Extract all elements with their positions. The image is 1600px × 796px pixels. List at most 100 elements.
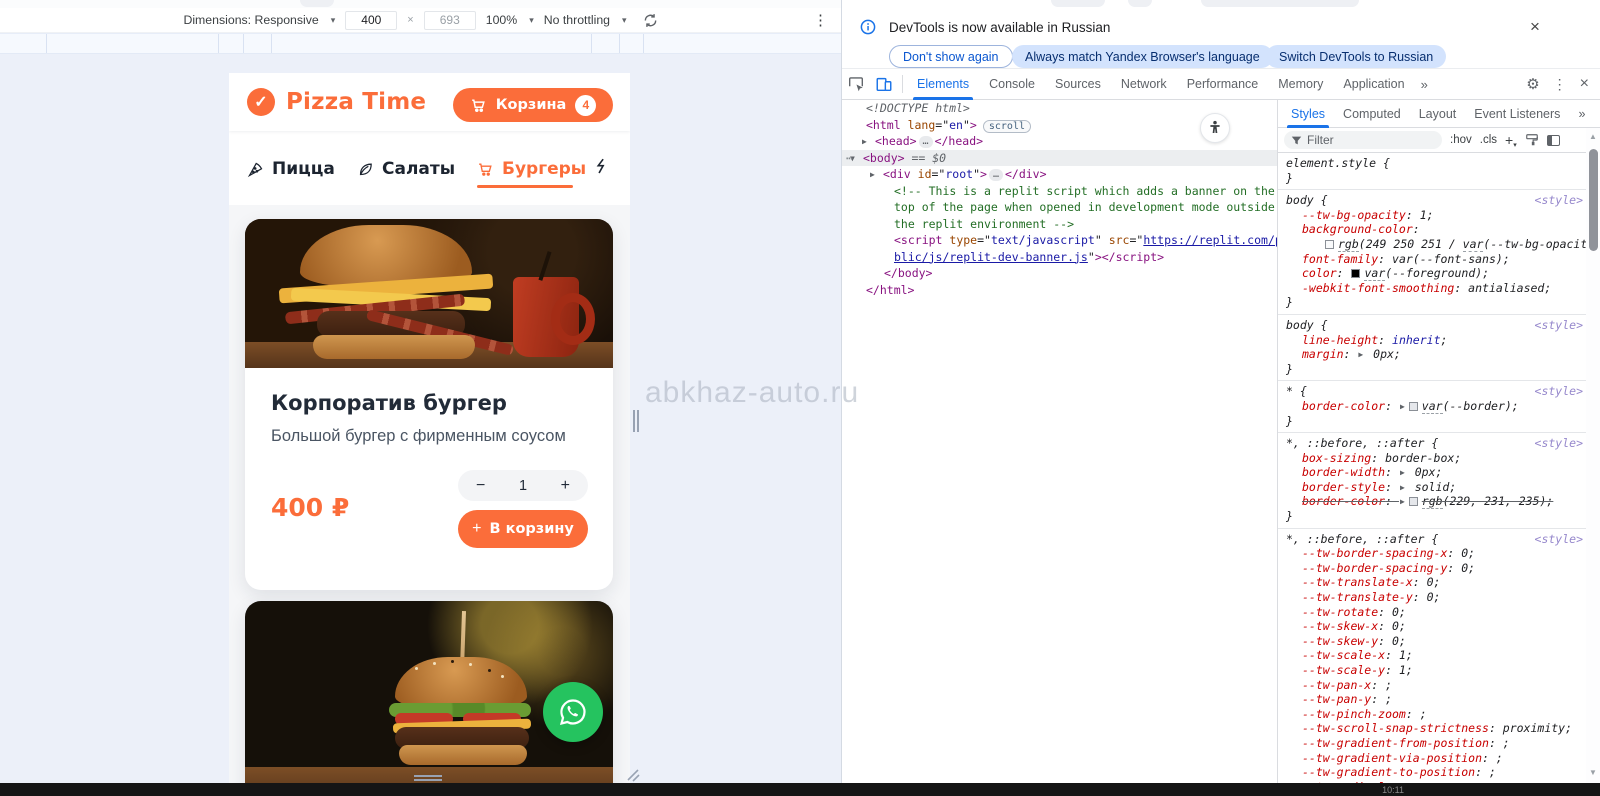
- style-filter-input[interactable]: Filter: [1284, 131, 1442, 149]
- rotate-viewport-icon[interactable]: [643, 13, 658, 28]
- css-declaration[interactable]: border-width: ▶ 0px;: [1278, 465, 1587, 480]
- zoom-select[interactable]: 100%: [486, 13, 517, 27]
- css-declaration[interactable]: font-family: var(--font-sans);: [1278, 252, 1587, 267]
- css-declaration[interactable]: body {<style>: [1278, 193, 1587, 208]
- css-declaration[interactable]: --tw-skew-y: 0;: [1278, 634, 1587, 649]
- devtools-tab-network[interactable]: Network: [1111, 69, 1177, 100]
- css-declaration[interactable]: border-color: ▶rgb(229, 231, 235);: [1278, 494, 1587, 509]
- expand-shorthand-icon[interactable]: ▶: [1358, 348, 1363, 362]
- dom-tree-line[interactable]: </body>: [842, 265, 1277, 282]
- code-token[interactable]: https://replit.com/pu: [1143, 233, 1277, 247]
- expand-inline-icon[interactable]: …: [989, 169, 1003, 181]
- sidebar-tab-styles[interactable]: Styles: [1282, 100, 1334, 128]
- settings-gear-icon[interactable]: ⚙: [1526, 75, 1539, 93]
- qty-minus-button[interactable]: −: [476, 477, 485, 495]
- css-declaration[interactable]: --tw-gradient-to-position: ;: [1278, 765, 1587, 780]
- css-declaration[interactable]: --tw-scroll-snap-strictness: proximity;: [1278, 721, 1587, 736]
- expand-arrow-icon[interactable]: ▶: [862, 134, 875, 151]
- css-declaration[interactable]: body {<style>: [1278, 318, 1587, 333]
- css-declaration[interactable]: --tw-rotate: 0;: [1278, 605, 1587, 620]
- css-declaration[interactable]: --tw-gradient-via-position: ;: [1278, 751, 1587, 766]
- inspect-element-icon[interactable]: [847, 75, 865, 93]
- accessibility-person-icon[interactable]: [1200, 113, 1230, 143]
- style-source-link[interactable]: <style>: [1535, 318, 1583, 333]
- css-rule[interactable]: *, ::before, ::after {<style>--tw-border…: [1278, 529, 1587, 783]
- expand-inline-icon[interactable]: …: [919, 136, 933, 148]
- css-declaration[interactable]: element.style {: [1278, 156, 1587, 171]
- expand-shorthand-icon[interactable]: ▶: [1400, 495, 1405, 509]
- css-declaration[interactable]: color: var(--foreground);: [1278, 266, 1587, 281]
- css-declaration[interactable]: --tw-scale-y: 1;: [1278, 663, 1587, 678]
- viewport-resize-handle-corner[interactable]: [624, 766, 640, 782]
- css-declaration[interactable]: --tw-pinch-zoom: ;: [1278, 707, 1587, 722]
- css-declaration[interactable]: --tw-pan-y: ;: [1278, 692, 1587, 707]
- viewport-resize-handle-bottom[interactable]: [414, 775, 442, 781]
- match-language-button[interactable]: Always match Yandex Browser's language: [1012, 45, 1273, 68]
- css-declaration[interactable]: }: [1278, 171, 1587, 186]
- dom-tree-line[interactable]: <!-- This is a replit script which adds …: [842, 183, 1277, 200]
- css-declaration[interactable]: line-height: inherit;: [1278, 333, 1587, 348]
- css-declaration[interactable]: box-sizing: border-box;: [1278, 451, 1587, 466]
- toggle-device-toolbar-icon[interactable]: [875, 75, 893, 93]
- os-taskbar[interactable]: 10:11: [0, 783, 1600, 796]
- scroll-up-icon[interactable]: ▲: [1589, 132, 1597, 141]
- dom-tree-line[interactable]: ▶<div id="root">…</div>: [842, 166, 1277, 183]
- toggle-classes-button[interactable]: .cls: [1480, 134, 1497, 146]
- devtools-tab-application[interactable]: Application: [1333, 69, 1414, 100]
- css-declaration[interactable]: --tw-translate-y: 0;: [1278, 590, 1587, 605]
- devtools-tab-sources[interactable]: Sources: [1045, 69, 1111, 100]
- dom-tree-line[interactable]: </html>: [842, 282, 1277, 299]
- css-declaration[interactable]: *, ::before, ::after {<style>: [1278, 532, 1587, 547]
- banner-close-icon[interactable]: ×: [1530, 17, 1540, 37]
- sidebar-tab-computed[interactable]: Computed: [1334, 100, 1410, 128]
- style-source-link[interactable]: <style>: [1535, 193, 1583, 208]
- sidebar-tab-layout[interactable]: Layout: [1410, 100, 1466, 128]
- expand-shorthand-icon[interactable]: ▶: [1400, 466, 1405, 480]
- scrollbar-thumb[interactable]: [1589, 149, 1598, 251]
- sidebar-tab-event-listeners[interactable]: Event Listeners: [1465, 100, 1569, 128]
- scroll-down-icon[interactable]: ▼: [1589, 768, 1597, 777]
- css-rule[interactable]: * {<style>border-color: ▶var(--border);}: [1278, 381, 1587, 433]
- more-sidebar-tabs-icon[interactable]: »: [1569, 100, 1594, 128]
- switch-to-russian-button[interactable]: Switch DevTools to Russian: [1266, 45, 1446, 68]
- css-declaration[interactable]: --tw-border-spacing-x: 0;: [1278, 546, 1587, 561]
- style-source-link[interactable]: <style>: [1535, 532, 1583, 547]
- css-declaration[interactable]: -webkit-font-smoothing: antialiased;: [1278, 281, 1587, 296]
- css-rule[interactable]: element.style {}: [1278, 153, 1587, 190]
- css-declaration[interactable]: background-color:: [1278, 222, 1587, 237]
- viewport-width-input[interactable]: [345, 11, 397, 30]
- devtools-close-icon[interactable]: ×: [1580, 75, 1589, 93]
- color-swatch[interactable]: [1409, 497, 1418, 506]
- qty-plus-button[interactable]: +: [561, 477, 570, 495]
- css-rule[interactable]: body {<style>--tw-bg-opacity: 1;backgrou…: [1278, 190, 1587, 315]
- style-source-link[interactable]: <style>: [1535, 384, 1583, 399]
- cart-button[interactable]: Корзина 4: [453, 88, 613, 122]
- add-to-cart-button[interactable]: + В корзину: [458, 510, 588, 548]
- nav-tab-burgers[interactable]: Бургеры: [477, 159, 586, 179]
- expand-arrow-icon[interactable]: ▶: [870, 167, 883, 184]
- nav-tab-salads[interactable]: Салаты: [357, 159, 455, 179]
- css-declaration[interactable]: }: [1278, 295, 1587, 310]
- css-declaration[interactable]: }: [1278, 362, 1587, 377]
- toggle-hover-state-button[interactable]: :hov: [1450, 134, 1472, 146]
- css-declaration[interactable]: * {<style>: [1278, 384, 1587, 399]
- brand-logo-icon[interactable]: ✓: [247, 88, 275, 116]
- dont-show-again-button[interactable]: Don't show again: [889, 45, 1013, 68]
- viewport-resize-handle-right[interactable]: [633, 410, 640, 432]
- css-declaration[interactable]: rgb(249 250 251 / var(--tw-bg-opacity,: [1278, 237, 1587, 252]
- css-rule[interactable]: body {<style>line-height: inherit;margin…: [1278, 315, 1587, 381]
- dimensions-label[interactable]: Dimensions: Responsive: [183, 13, 318, 27]
- css-declaration[interactable]: --tw-translate-x: 0;: [1278, 575, 1587, 590]
- more-tabs-icon[interactable]: »: [1415, 77, 1434, 92]
- dom-tree-line[interactable]: blic/js/replit-dev-banner.js"></script>: [842, 249, 1277, 266]
- viewport-height-input[interactable]: [424, 11, 476, 30]
- expand-shorthand-icon[interactable]: ▶: [1400, 400, 1405, 414]
- styles-scrollbar[interactable]: ▲ ▼: [1586, 128, 1600, 783]
- css-declaration[interactable]: }: [1278, 509, 1587, 524]
- css-declaration[interactable]: border-color: ▶var(--border);: [1278, 399, 1587, 414]
- css-declaration[interactable]: }: [1278, 414, 1587, 429]
- css-declaration[interactable]: --tw-scale-x: 1;: [1278, 648, 1587, 663]
- css-declaration[interactable]: --tw-bg-opacity: 1;: [1278, 208, 1587, 223]
- css-declaration[interactable]: --tw-border-spacing-y: 0;: [1278, 561, 1587, 576]
- dom-tree-line[interactable]: <script type="text/javascript" src="http…: [842, 232, 1277, 249]
